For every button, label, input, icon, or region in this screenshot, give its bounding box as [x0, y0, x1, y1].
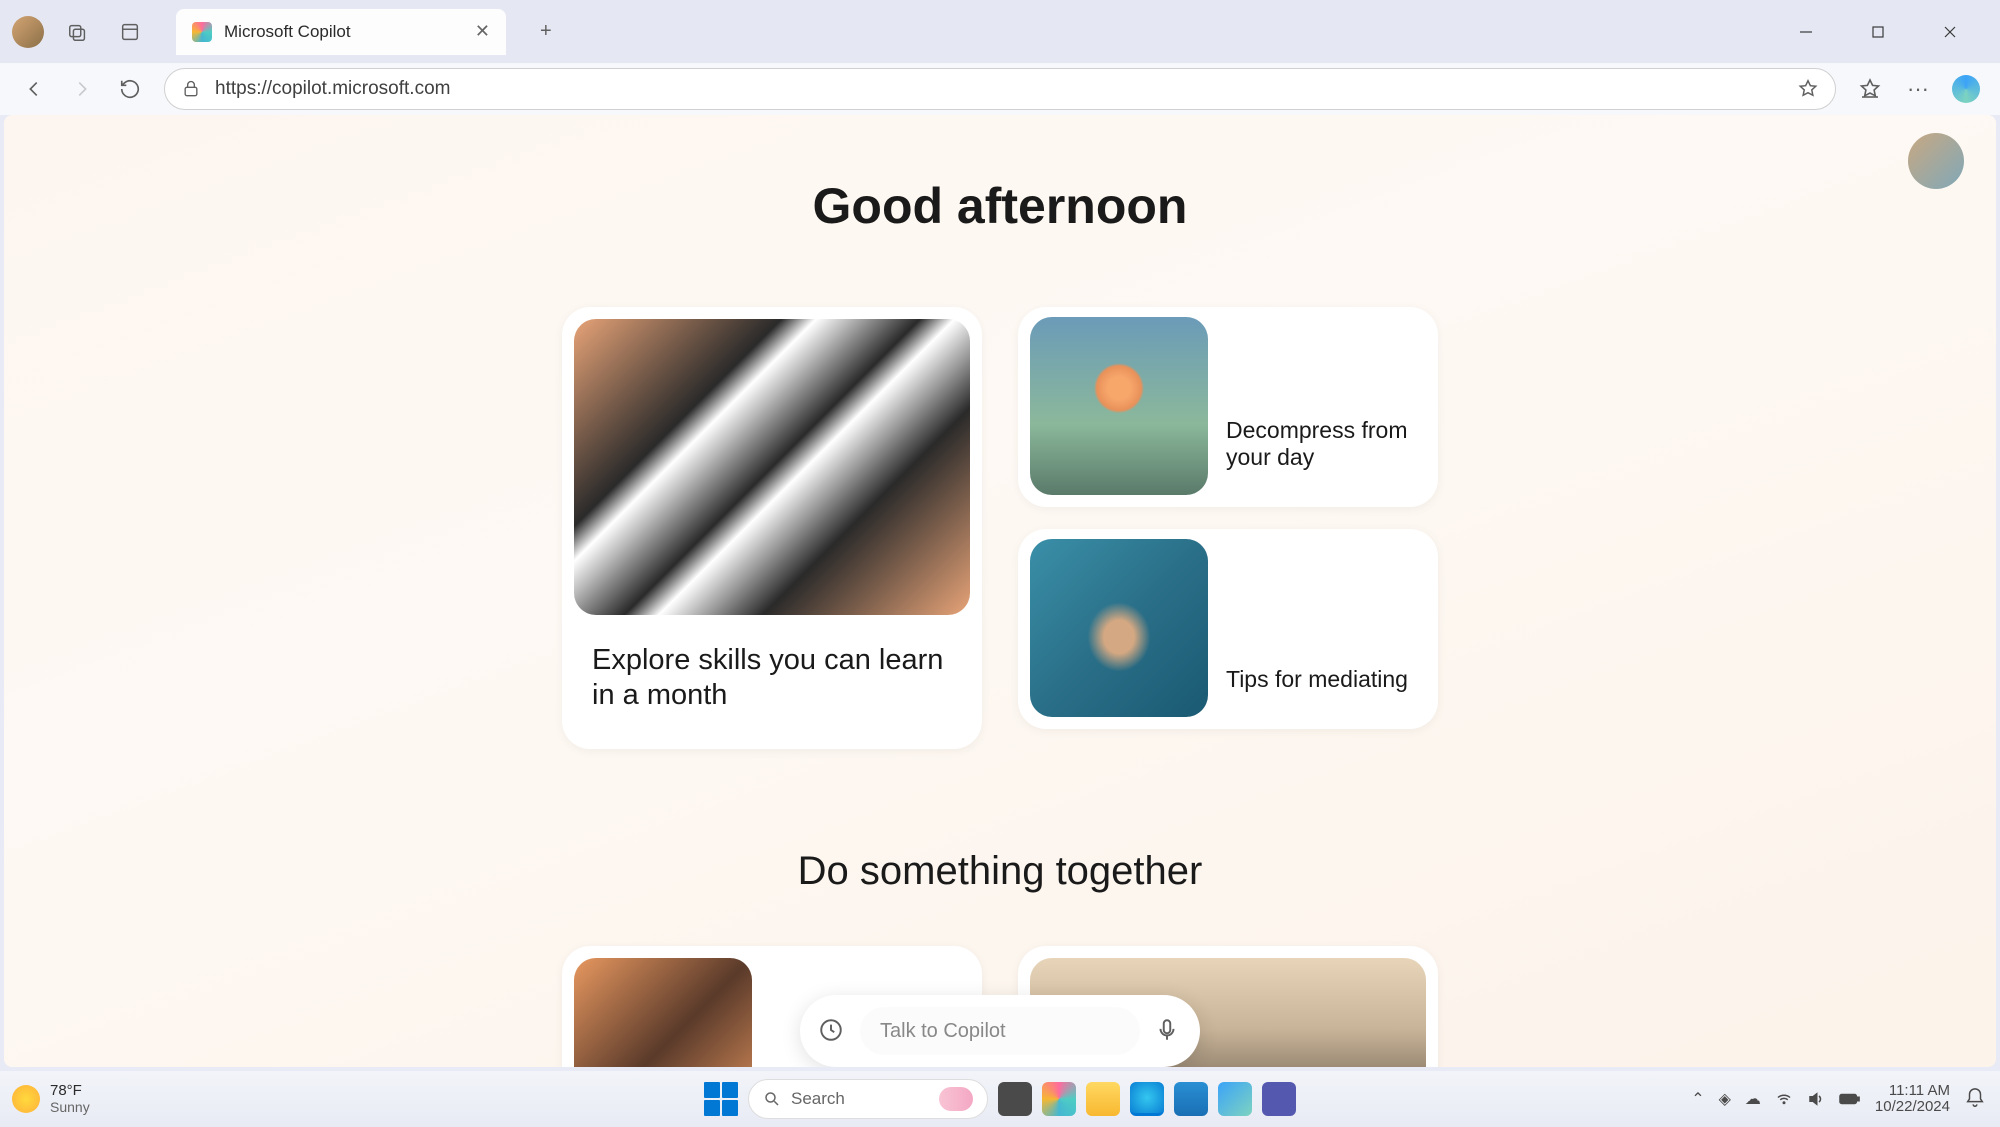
section-heading: Do something together [798, 849, 1203, 894]
suggestion-cards-row: Explore skills you can learn in a month … [562, 307, 1438, 749]
profile-avatar-small[interactable] [12, 16, 44, 48]
card-image-person [574, 958, 752, 1067]
weather-widget[interactable]: 78°F Sunny [12, 1083, 90, 1115]
suggestion-card-decompress[interactable]: Decompress from your day [1018, 307, 1438, 507]
weather-text: 78°F Sunny [50, 1083, 90, 1115]
copilot-sidebar-button[interactable] [1944, 67, 1988, 111]
copilot-taskbar-icon[interactable] [1042, 1082, 1076, 1116]
windows-taskbar: 78°F Sunny Search ⌃ ◈ ☁ 11:11 AM 10/22/2… [0, 1071, 2000, 1127]
card-image-piano [574, 319, 970, 615]
new-tab-button[interactable]: + [540, 20, 552, 43]
card-title: Decompress from your day [1226, 417, 1426, 495]
titlebar-left: Microsoft Copilot ✕ + [12, 9, 552, 55]
history-icon[interactable] [818, 1017, 846, 1045]
chat-placeholder: Talk to Copilot [880, 1020, 1006, 1043]
browser-tab[interactable]: Microsoft Copilot ✕ [176, 9, 506, 55]
volume-icon[interactable] [1807, 1090, 1825, 1108]
start-button[interactable] [704, 1082, 738, 1116]
taskbar-search[interactable]: Search [748, 1079, 988, 1119]
onedrive-icon[interactable]: ☁ [1745, 1089, 1761, 1109]
browser-titlebar: Microsoft Copilot ✕ + [0, 0, 2000, 63]
sun-icon [12, 1085, 40, 1113]
microphone-icon[interactable] [1154, 1017, 1182, 1045]
suggestion-card-large[interactable]: Explore skills you can learn in a month [562, 307, 982, 749]
minimize-button[interactable] [1784, 14, 1828, 50]
url-text: https://copilot.microsoft.com [215, 78, 1783, 100]
clock[interactable]: 11:11 AM 10/22/2024 [1875, 1083, 1950, 1116]
date-text: 10/22/2024 [1875, 1099, 1950, 1116]
copilot-favicon [192, 22, 212, 42]
refresh-button[interactable] [108, 67, 152, 111]
workspaces-icon[interactable] [60, 14, 96, 50]
ms-store-icon[interactable] [1174, 1082, 1208, 1116]
window-controls [1784, 14, 1988, 50]
copilot-app-icon[interactable] [1218, 1082, 1252, 1116]
favorite-button[interactable] [1797, 78, 1819, 100]
search-placeholder: Search [791, 1089, 929, 1109]
card-title: Tips for mediating [1226, 666, 1420, 717]
greeting-heading: Good afternoon [813, 177, 1188, 235]
teams-icon[interactable] [1262, 1082, 1296, 1116]
notifications-icon[interactable] [1964, 1087, 1988, 1111]
menu-icon[interactable]: ··· [1896, 67, 1940, 111]
search-icon [763, 1090, 781, 1108]
tab-actions-icon[interactable] [112, 14, 148, 50]
taskbar-center: Search [704, 1079, 1296, 1119]
forward-button [60, 67, 104, 111]
close-tab-icon[interactable]: ✕ [475, 21, 490, 42]
favorites-icon[interactable] [1848, 67, 1892, 111]
system-tray: ⌃ ◈ ☁ 11:11 AM 10/22/2024 [1691, 1083, 1988, 1116]
battery-icon[interactable] [1839, 1092, 1861, 1106]
task-view-icon[interactable] [998, 1082, 1032, 1116]
card-title: Explore skills you can learn in a month [592, 643, 952, 713]
small-cards-column: Decompress from your day Tips for mediat… [1018, 307, 1438, 749]
back-button[interactable] [12, 67, 56, 111]
chat-input-bar: Talk to Copilot [800, 995, 1200, 1067]
card-partial-text: Tim [770, 958, 807, 1067]
maximize-button[interactable] [1856, 14, 1900, 50]
search-badge-icon [939, 1087, 973, 1111]
page-profile-avatar[interactable] [1908, 133, 1964, 189]
weather-temp: 78°F [50, 1083, 90, 1100]
tab-title: Microsoft Copilot [224, 22, 463, 42]
wifi-icon[interactable] [1775, 1090, 1793, 1108]
lock-icon [181, 79, 201, 99]
close-window-button[interactable] [1928, 14, 1972, 50]
time-text: 11:11 AM [1875, 1083, 1950, 1100]
edge-icon[interactable] [1130, 1082, 1164, 1116]
browser-toolbar: https://copilot.microsoft.com ··· [0, 63, 2000, 115]
weather-condition: Sunny [50, 1100, 90, 1115]
tray-app-icon[interactable]: ◈ [1719, 1089, 1731, 1109]
suggestion-card-mediating[interactable]: Tips for mediating [1018, 529, 1438, 729]
chevron-up-icon[interactable]: ⌃ [1691, 1089, 1704, 1109]
card-image-hand-water [1030, 539, 1208, 717]
page-content: Good afternoon Explore skills you can le… [4, 115, 1996, 1067]
chat-input[interactable]: Talk to Copilot [860, 1007, 1140, 1055]
address-bar[interactable]: https://copilot.microsoft.com [164, 68, 1836, 110]
file-explorer-icon[interactable] [1086, 1082, 1120, 1116]
card-image-popsicle [1030, 317, 1208, 495]
